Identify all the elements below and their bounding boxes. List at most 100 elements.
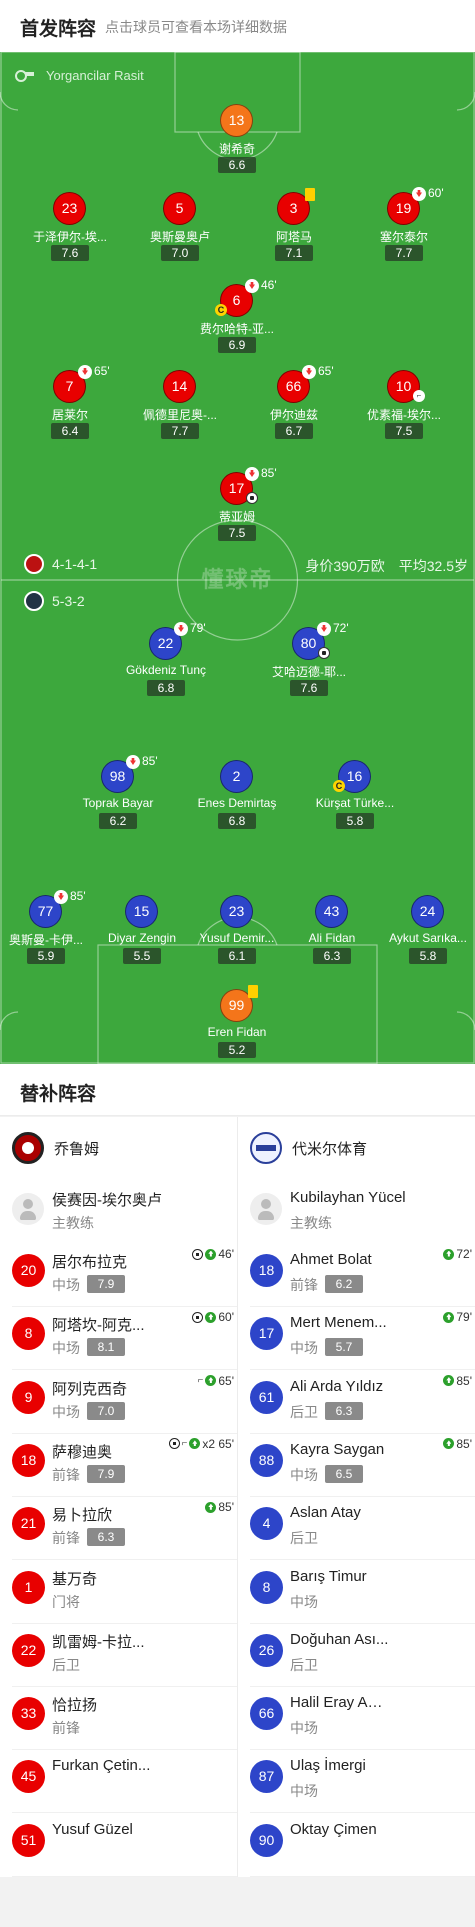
sub-player-row[interactable]: 1 基万奇 门将 (12, 1560, 234, 1623)
player-marker[interactable]: 77 85' 奥斯曼-卡伊... 5.9 (0, 889, 101, 965)
sub-player-row[interactable]: 21 易卜拉欣 前锋 6.3 85' (12, 1496, 234, 1559)
sub-player-row[interactable]: 9 阿列克西奇 中场 7.0 ⌐ 65' (12, 1370, 234, 1433)
player-marker[interactable]: 43 Ali Fidan 6.3 (277, 895, 387, 965)
sub-player-name: 恰拉扬 (52, 1697, 98, 1715)
sub-out-minute: 72' (333, 621, 349, 635)
sub-player-position: 中场 (52, 1403, 80, 1420)
player-marker[interactable]: 19 60' 塞尔泰尔 7.7 (349, 186, 459, 262)
player-marker[interactable]: 3 阿塔马 7.1 (239, 188, 349, 262)
sub-player-row[interactable]: 20 居尔布拉克 中场 7.9 46' (12, 1243, 234, 1306)
sub-events: 85' (443, 1437, 472, 1451)
player-name: 优素福-埃尔... (367, 408, 441, 422)
player-rating: 5.2 (218, 1042, 256, 1058)
sub-in-icon (443, 1438, 455, 1450)
sub-events: 85' (205, 1500, 234, 1514)
away-team-name: 代米尔体育 (292, 1140, 368, 1158)
sub-player-number: 22 (12, 1633, 45, 1667)
away-coach[interactable]: Kubilayhan Yücel 主教练 (250, 1185, 470, 1233)
player-rating: 6.7 (275, 423, 313, 439)
player-marker[interactable]: 80 72' 艾哈迈德-耶... 7.6 (254, 621, 364, 697)
sub-player-row[interactable]: 61 Ali Arda Yıldız 后卫 6.3 85' (250, 1370, 472, 1433)
player-number: 2 (220, 760, 253, 793)
sub-player-row[interactable]: 88 Kayra Saygan 中场 6.5 85' (250, 1433, 472, 1496)
player-marker[interactable]: 23 Yusuf Demir... 6.1 (182, 895, 292, 965)
sub-player-name: Oktay Çimen (290, 1820, 377, 1838)
coach-role: 主教练 (52, 1215, 94, 1231)
sub-player-number: 21 (12, 1507, 45, 1541)
yellow-card-icon (248, 985, 258, 998)
sub-player-row[interactable]: 87 Ulaş İmergi 中场 (250, 1749, 472, 1812)
sub-player-row[interactable]: 33 恰拉扬 前锋 (12, 1686, 234, 1749)
captain-icon: C (215, 304, 227, 316)
sub-in-minute: 85' (456, 1436, 472, 1451)
player-marker[interactable]: 23 于泽伊尔-埃... 7.6 (15, 192, 125, 262)
player-marker[interactable]: 7 65' 居莱尔 6.4 (15, 364, 125, 440)
team-avg-age: 平均32.5岁 (398, 558, 468, 574)
sub-player-name: Doğuhan Ası... (290, 1630, 389, 1648)
player-number: 14 (163, 370, 196, 403)
sub-player-position: 后卫 (52, 1656, 80, 1673)
sub-in-icon (189, 1438, 201, 1450)
sub-player-row[interactable]: 17 Mert Menem... 中场 5.7 79' (250, 1306, 472, 1369)
sub-out-icon (317, 622, 331, 636)
player-marker[interactable]: 22 79' Gökdeniz Tunç 6.8 (111, 621, 221, 697)
sub-player-row[interactable]: 45 Furkan Çetin... (12, 1749, 234, 1812)
player-marker[interactable]: 13 谢希奇 6.6 (182, 104, 292, 174)
player-number: 43 (315, 895, 348, 928)
player-name: 塞尔泰尔 (379, 230, 428, 244)
sub-player-position: 前锋 (290, 1277, 318, 1293)
player-name: Enes Demirtaş (197, 796, 277, 810)
player-rating: 7.6 (290, 680, 328, 696)
sub-events: 46' (192, 1247, 234, 1261)
player-marker[interactable]: 66 65' 伊尔迪兹 6.7 (239, 364, 349, 440)
player-marker[interactable]: 10 ⌐ 优素福-埃尔... 7.5 (349, 370, 459, 440)
sub-player-name: Yusuf Güzel (52, 1820, 133, 1838)
player-marker[interactable]: 15 Diyar Zengin 5.5 (87, 895, 197, 965)
player-marker[interactable]: 99 Eren Fidan 5.2 (182, 985, 292, 1059)
sub-player-row[interactable]: 51 Yusuf Güzel (12, 1813, 234, 1876)
goal-ball-icon (246, 492, 258, 504)
sub-player-name: Ahmet Bolat (290, 1251, 372, 1268)
sub-player-name: 阿塔坎-阿克... (52, 1317, 145, 1335)
player-marker[interactable]: 98 85' Toprak Bayar 6.2 (63, 754, 173, 830)
player-number: 13 (220, 104, 253, 137)
sub-player-row[interactable]: 22 凯雷姆-卡拉... 后卫 (12, 1623, 234, 1686)
player-marker[interactable]: 24 Aykut Sarıka... 5.8 (373, 895, 475, 965)
sub-player-number: 8 (250, 1570, 283, 1604)
player-name: 佩德里尼奥-... (143, 408, 217, 422)
sub-player-row[interactable]: 26 Doğuhan Ası... 后卫 (250, 1623, 472, 1686)
sub-player-row[interactable]: 90 Oktay Çimen (250, 1813, 472, 1876)
sub-player-number: 90 (250, 1823, 283, 1857)
player-number: 15 (125, 895, 158, 928)
goal-ball-icon (192, 1311, 204, 1323)
sub-player-name: Mert Menem... (290, 1314, 387, 1332)
home-coach[interactable]: 侯赛因-埃尔奥卢 主教练 (12, 1185, 232, 1233)
player-marker[interactable]: 6 46' C 费尔哈特-亚... 6.9 (182, 278, 292, 354)
player-rating: 6.3 (313, 948, 351, 964)
sub-player-row[interactable]: 4 Aslan Atay 后卫 (250, 1496, 472, 1559)
sub-player-row[interactable]: 66 Halil Eray Aktaş 中场 (250, 1686, 472, 1749)
player-marker[interactable]: 17 85' 蒂亚姆 7.5 (182, 466, 292, 542)
sub-player-rating: 7.9 (87, 1275, 125, 1293)
sub-in-icon (443, 1248, 455, 1260)
sub-player-position: 中场 (290, 1593, 318, 1610)
player-marker[interactable]: 2 Enes Demirtaş 6.8 (182, 760, 292, 830)
sub-player-number: 20 (12, 1254, 45, 1287)
player-marker[interactable]: 16 C Kürşat Türke... 5.8 (300, 760, 410, 830)
sub-player-row[interactable]: 8 阿塔坎-阿克... 中场 8.1 60' (12, 1306, 234, 1369)
sub-out-minute: 79' (190, 621, 206, 635)
sub-player-row[interactable]: 18 Ahmet Bolat 前锋 6.2 72' (250, 1243, 472, 1306)
sub-out-minute: 85' (142, 754, 158, 768)
player-marker[interactable]: 5 奥斯曼奥卢 7.0 (125, 192, 235, 262)
sub-in-icon (205, 1311, 217, 1323)
sub-player-position: 中场 (290, 1466, 318, 1483)
sub-player-row[interactable]: 8 Barış Timur 中场 (250, 1560, 472, 1623)
player-rating: 7.5 (218, 525, 256, 541)
sub-player-position: 中场 (52, 1340, 80, 1357)
player-marker[interactable]: 14 佩德里尼奥-... 7.7 (125, 370, 235, 440)
lineup-header: 首发阵容 点击球员可查看本场详细数据 (0, 0, 475, 52)
sub-player-position: 中场 (52, 1277, 80, 1293)
sub-player-name: 凯雷姆-卡拉... (52, 1633, 145, 1651)
sub-events: 79' (443, 1310, 472, 1324)
sub-player-row[interactable]: 18 萨穆迪奥 前锋 7.9 ⌐ x2 65' (12, 1433, 234, 1496)
